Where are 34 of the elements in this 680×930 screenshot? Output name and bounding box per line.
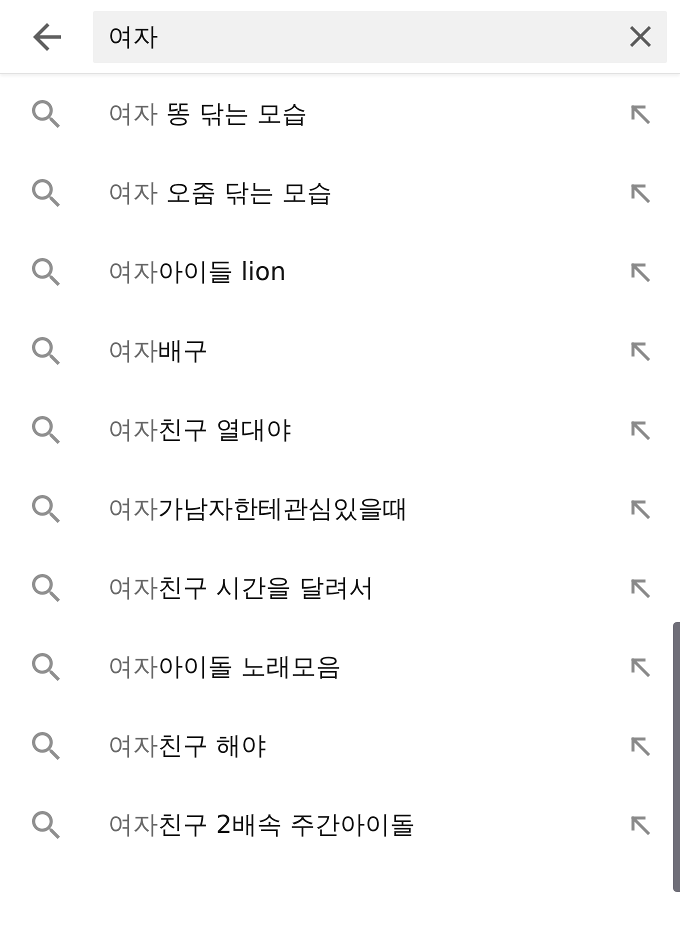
- suggestion-text[interactable]: 여자 똥 닦는 모습: [108, 97, 307, 130]
- search-icon: [32, 100, 60, 128]
- search-icon: [32, 258, 60, 286]
- search-icon: [32, 416, 60, 444]
- arrow-up-left-icon[interactable]: [630, 182, 650, 202]
- suggestion-text[interactable]: 여자아이돌 노래모음: [108, 650, 341, 683]
- suggestion-text[interactable]: 여자배구: [108, 334, 208, 367]
- arrow-up-left-icon[interactable]: [630, 104, 650, 124]
- close-icon[interactable]: [630, 26, 651, 47]
- arrow-up-left-icon[interactable]: [630, 262, 650, 282]
- search-icon: [32, 494, 60, 522]
- arrow-up-left-icon[interactable]: [630, 578, 650, 598]
- suggestion-text[interactable]: 여자친구 2배속 주간아이돌: [108, 808, 415, 841]
- arrow-up-left-icon[interactable]: [630, 420, 650, 440]
- arrow-up-left-icon[interactable]: [630, 736, 650, 756]
- suggestion-text[interactable]: 여자친구 해야: [108, 729, 266, 762]
- search-icon: [32, 336, 60, 364]
- arrow-up-left-icon[interactable]: [630, 656, 650, 676]
- suggestion-text[interactable]: 여자친구 시간을 달려서: [108, 571, 374, 604]
- search-icon: [32, 178, 60, 206]
- back-icon[interactable]: [33, 22, 61, 50]
- suggestion-text[interactable]: 여자 오줌 닦는 모습: [108, 176, 332, 209]
- search-field[interactable]: 여자: [93, 10, 667, 62]
- arrow-up-left-icon[interactable]: [630, 340, 650, 360]
- arrow-up-left-icon[interactable]: [630, 814, 650, 834]
- suggestion-text[interactable]: 여자가남자한테관심있을때: [108, 492, 408, 525]
- search-icon: [32, 810, 60, 838]
- suggestion-text[interactable]: 여자친구 열대야: [108, 413, 291, 446]
- arrow-up-left-icon[interactable]: [630, 498, 650, 518]
- search-icon: [32, 574, 60, 602]
- suggestion-text[interactable]: 여자아이들 lion: [108, 255, 286, 288]
- search-icon: [32, 652, 60, 680]
- scrollbar-thumb[interactable]: [673, 622, 680, 892]
- search-icon: [32, 732, 60, 760]
